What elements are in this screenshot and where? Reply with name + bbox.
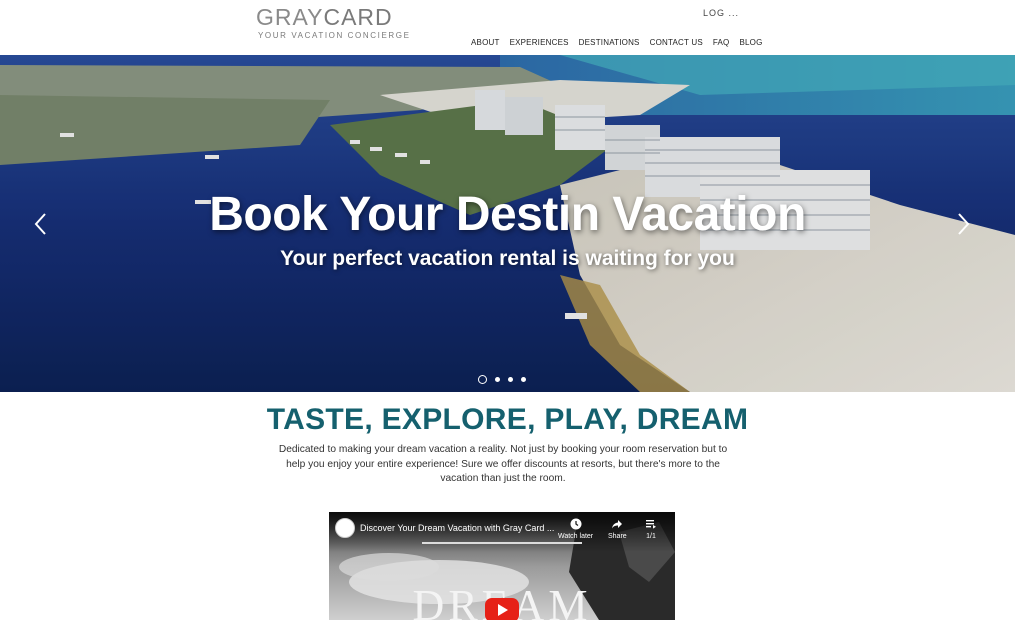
share-label: Share bbox=[608, 533, 627, 540]
clock-icon bbox=[570, 518, 582, 530]
playlist-button[interactable]: 1/1 bbox=[645, 518, 657, 540]
login-button[interactable]: LOG ... bbox=[703, 8, 739, 18]
share-icon bbox=[612, 520, 623, 529]
video-title[interactable]: Discover Your Dream Vacation with Gray C… bbox=[360, 523, 554, 533]
nav-experiences[interactable]: EXPERIENCES bbox=[510, 38, 569, 47]
watch-later-label: Watch later bbox=[558, 533, 594, 540]
video-title-underline bbox=[422, 542, 582, 544]
nav-blog[interactable]: BLOG bbox=[739, 38, 762, 47]
hero-subtitle: Your perfect vacation rental is waiting … bbox=[280, 247, 735, 270]
logo[interactable]: GRAYCARD YOUR VACATION CONCIERGE bbox=[256, 4, 411, 41]
channel-avatar[interactable] bbox=[335, 518, 355, 538]
nav-destinations[interactable]: DESTINATIONS bbox=[579, 38, 640, 47]
slide-dot-2[interactable] bbox=[495, 377, 500, 382]
intro-paragraph: Dedicated to making your dream vacation … bbox=[278, 444, 728, 484]
hero-title: Book Your Destin Vacation bbox=[209, 188, 806, 241]
slide-indicators bbox=[478, 375, 526, 384]
next-slide-arrow-icon[interactable] bbox=[954, 210, 974, 238]
main-nav: ABOUT EXPERIENCES DESTINATIONS CONTACT U… bbox=[471, 38, 773, 47]
share-button[interactable]: Share bbox=[608, 518, 627, 540]
nav-about[interactable]: ABOUT bbox=[471, 38, 500, 47]
slide-dot-3[interactable] bbox=[508, 377, 513, 382]
video-embed[interactable]: Discover Your Dream Vacation with Gray C… bbox=[329, 512, 675, 620]
logo-wordmark: GRAYCARD bbox=[256, 4, 393, 30]
hero-slideshow: Book Your Destin Vacation Your perfect v… bbox=[0, 55, 1015, 392]
playlist-icon bbox=[646, 520, 656, 529]
nav-faq[interactable]: FAQ bbox=[713, 38, 730, 47]
logo-tagline: YOUR VACATION CONCIERGE bbox=[258, 31, 411, 40]
play-button-icon[interactable] bbox=[485, 598, 519, 620]
nav-contact-us[interactable]: CONTACT US bbox=[650, 38, 703, 47]
slide-dot-1[interactable] bbox=[478, 375, 487, 384]
watch-later-button[interactable]: Watch later bbox=[558, 518, 593, 540]
section-heading: TASTE, EXPLORE, PLAY, DREAM bbox=[266, 403, 749, 436]
slide-dot-4[interactable] bbox=[521, 377, 526, 382]
playlist-count: 1/1 bbox=[646, 533, 656, 540]
site-header: GRAYCARD YOUR VACATION CONCIERGE LOG ...… bbox=[0, 0, 1015, 55]
previous-slide-arrow-icon[interactable] bbox=[32, 210, 52, 238]
